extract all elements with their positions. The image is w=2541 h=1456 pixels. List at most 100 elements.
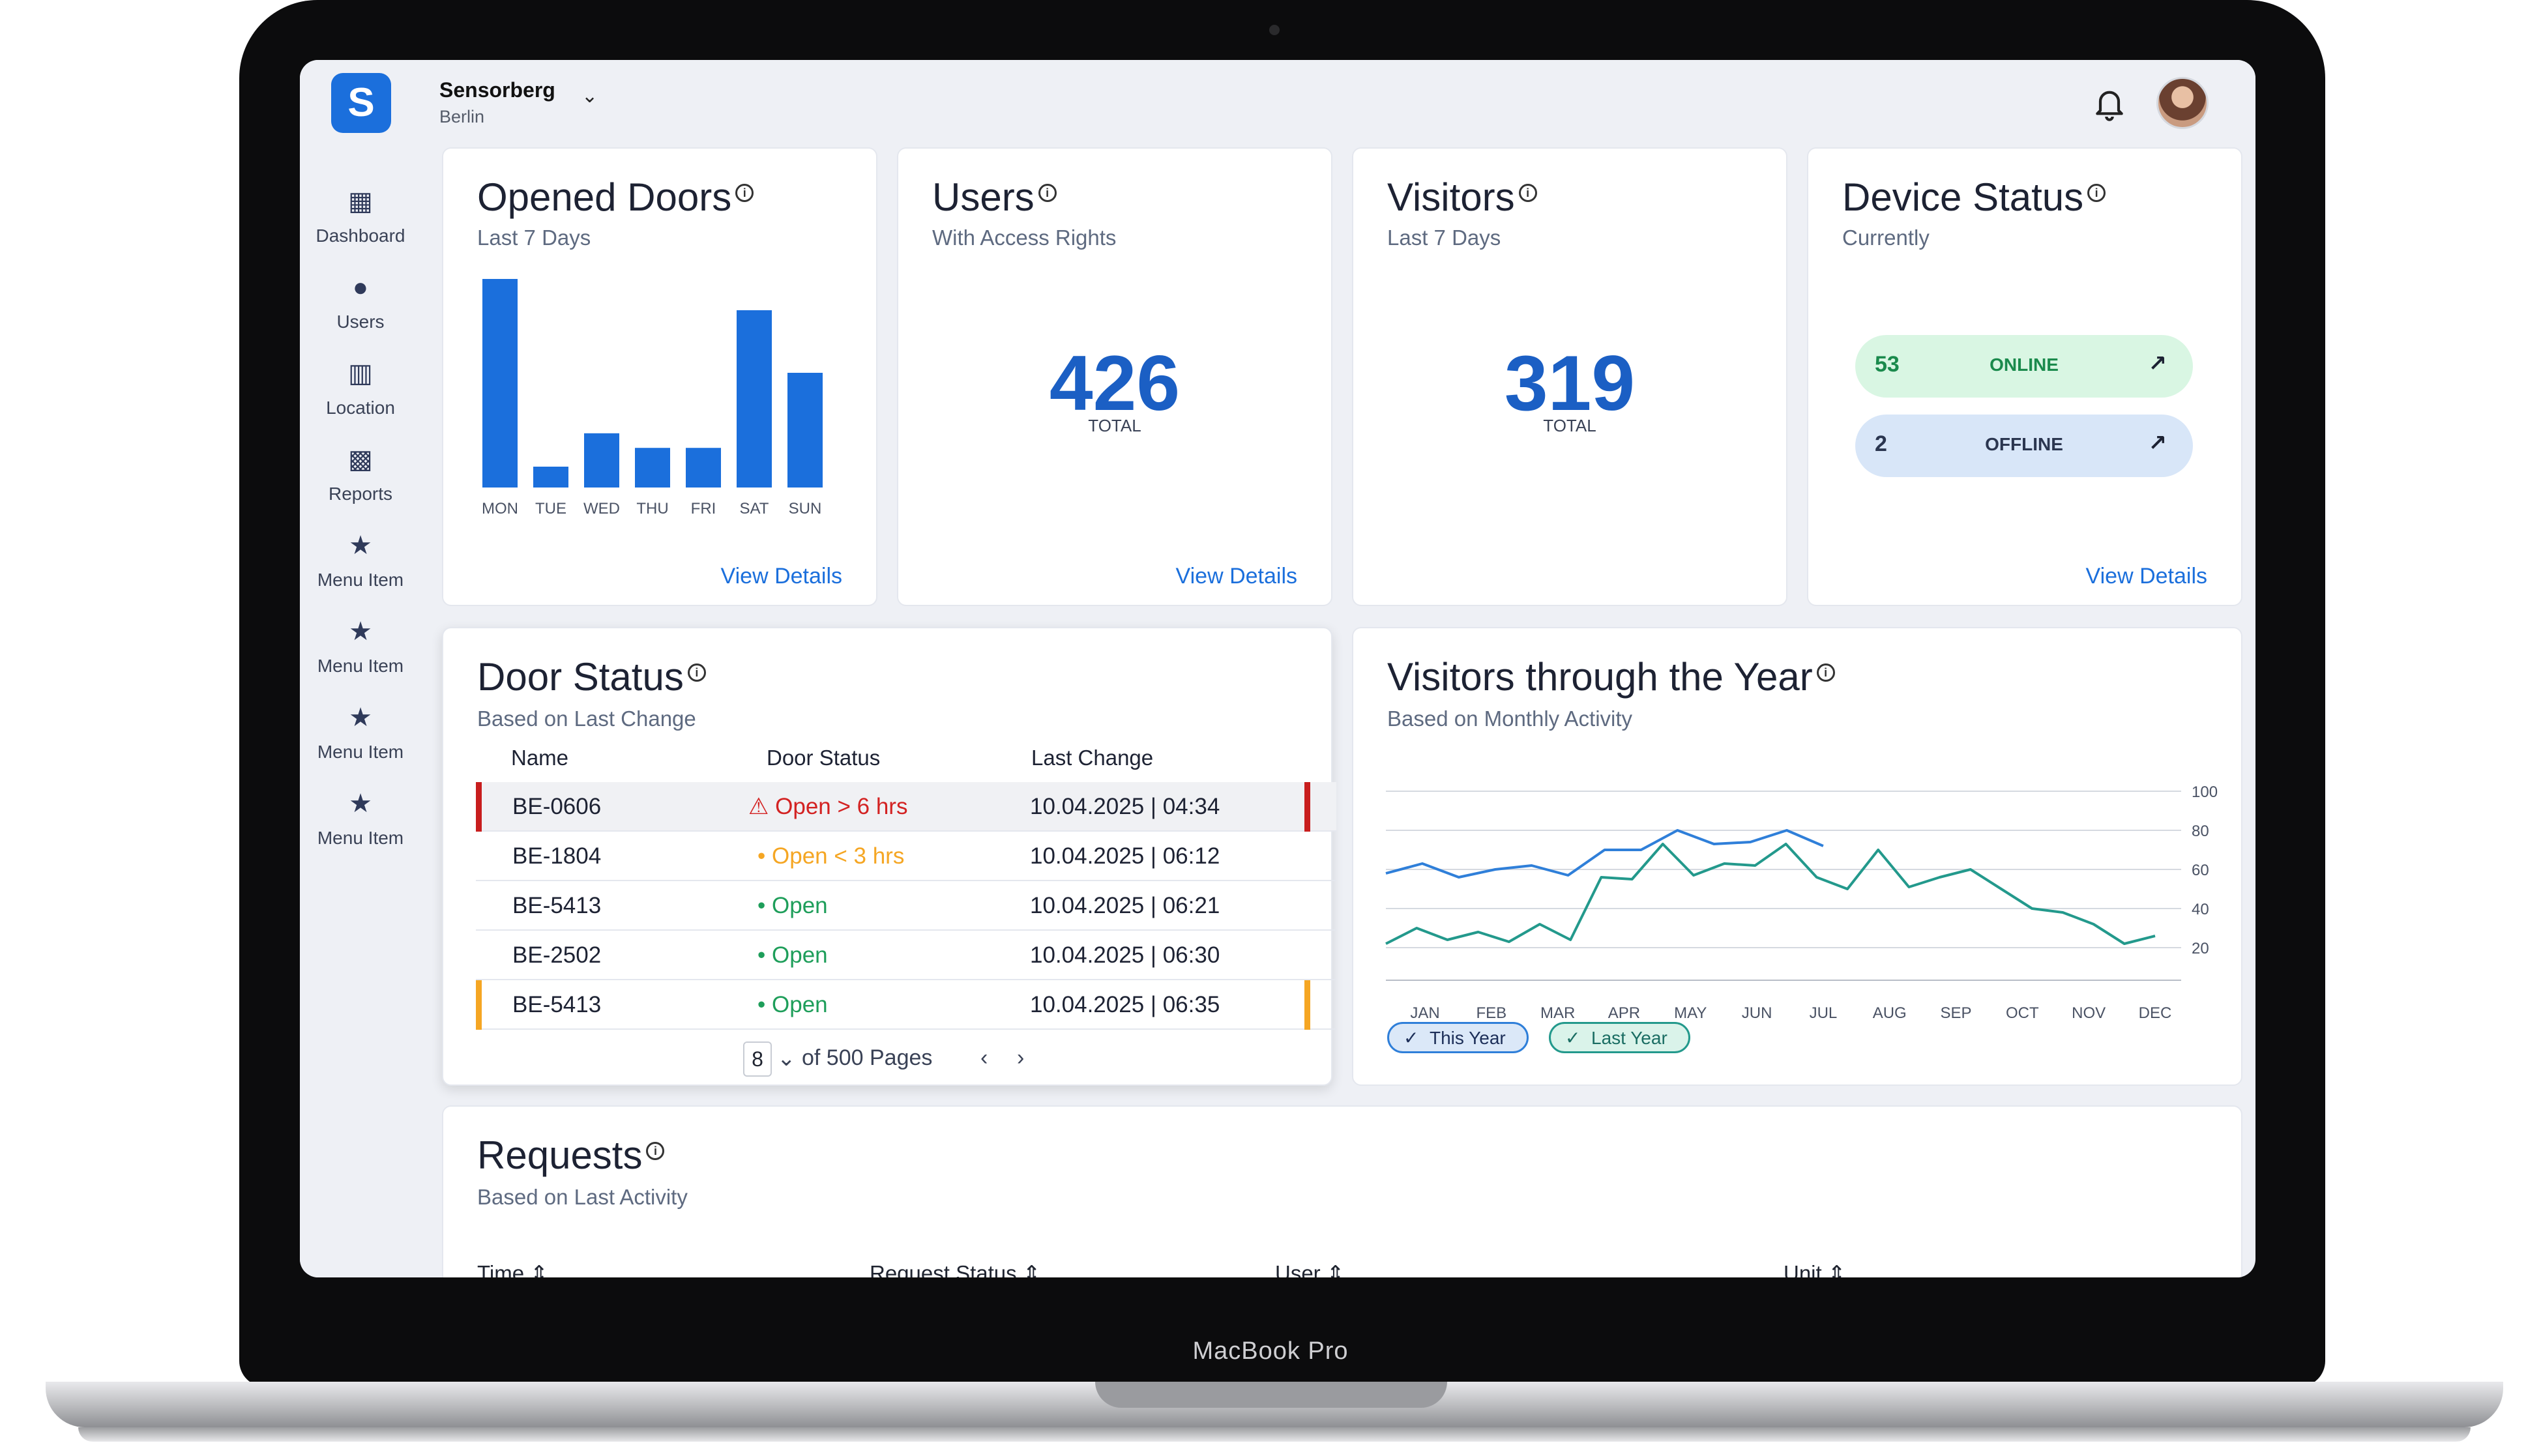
legend-label: This Year: [1430, 1028, 1506, 1048]
info-icon[interactable]: i: [1518, 184, 1537, 202]
card-title-text: Door Status: [477, 655, 684, 699]
sidebar-item-users[interactable]: ● Users: [300, 270, 421, 348]
bar-sun[interactable]: [787, 373, 823, 488]
x-tick-label: TUE: [535, 500, 566, 517]
info-icon[interactable]: i: [1038, 184, 1057, 202]
laptop-notch: [1095, 1382, 1447, 1408]
table-row[interactable]: BE-5413 • Open 10.04.2025 | 06:21: [476, 881, 1336, 931]
bar-thu[interactable]: [635, 448, 670, 488]
building-icon: ▥: [348, 359, 373, 388]
card-title: Device Status i: [1842, 175, 2106, 220]
column-header-time[interactable]: Time ⇕: [477, 1260, 548, 1277]
report-icon: ▩: [348, 445, 373, 474]
chevron-down-icon[interactable]: ⌄: [581, 85, 598, 108]
card-subtitle: Based on Last Activity: [477, 1185, 688, 1209]
requests-card: Requests i Based on Last Activity Time ⇕ …: [442, 1105, 2242, 1277]
y-tick-label: 100: [2192, 783, 2218, 801]
app-logo-icon[interactable]: S: [331, 73, 391, 133]
camera-icon: [1269, 25, 1280, 35]
bar-tue[interactable]: [533, 467, 568, 488]
legend-last-year[interactable]: ✓ Last Year: [1549, 1022, 1690, 1053]
column-header-label: Time: [477, 1261, 525, 1277]
notification-bell-icon[interactable]: [2091, 85, 2128, 121]
online-devices-pill[interactable]: 53 ONLINE ↗: [1855, 335, 2193, 398]
top-bar: S Sensorberg Berlin ⌄: [300, 60, 2255, 146]
info-icon[interactable]: i: [735, 184, 754, 202]
table-row[interactable]: BE-1804 • Open < 3 hrs 10.04.2025 | 06:1…: [476, 832, 1336, 881]
sort-icon: ⇕: [530, 1261, 548, 1277]
column-header-name[interactable]: Name: [511, 746, 568, 770]
check-icon: ✓: [1403, 1028, 1419, 1048]
page-number-input[interactable]: 8: [743, 1041, 772, 1077]
x-tick-label: JUL: [1810, 1004, 1838, 1019]
info-icon[interactable]: i: [1816, 663, 1835, 682]
view-details-link[interactable]: View Details: [2086, 564, 2207, 589]
view-details-link[interactable]: View Details: [1176, 564, 1297, 589]
sidebar-item-dashboard[interactable]: ▦ Dashboard: [300, 184, 421, 262]
status-dot-icon: •: [757, 942, 766, 968]
x-tick-label: NOV: [2072, 1004, 2106, 1019]
x-tick-label: FEB: [1476, 1004, 1506, 1019]
x-tick-label: OCT: [2006, 1004, 2039, 1019]
info-icon[interactable]: i: [646, 1142, 665, 1160]
card-subtitle: Last 7 Days: [1387, 226, 1501, 250]
column-header-door-status[interactable]: Door Status: [767, 746, 880, 770]
column-header-unit[interactable]: Unit ⇕: [1784, 1260, 1846, 1277]
bar-wed[interactable]: [584, 433, 619, 488]
chevron-right-icon[interactable]: ›: [1017, 1045, 1024, 1071]
x-tick-label: MON: [482, 500, 518, 517]
table-row[interactable]: BE-5413 • Open 10.04.2025 | 06:35: [476, 980, 1336, 1030]
sidebar-item-reports[interactable]: ▩ Reports: [300, 442, 421, 520]
series-line-this-year[interactable]: [1385, 829, 1824, 879]
sidebar-item-label: Dashboard: [316, 226, 405, 246]
door-name: BE-5413: [512, 893, 602, 918]
sidebar-item-label: Menu Item: [317, 828, 404, 848]
org-city: Berlin: [439, 107, 485, 126]
door-status-text: Open > 6 hrs: [775, 794, 908, 819]
legend-label: Last Year: [1591, 1028, 1667, 1048]
card-title-text: Requests: [477, 1133, 643, 1177]
sidebar-item-menu-4[interactable]: ★ Menu Item: [300, 786, 421, 864]
door-status-card: Door Status i Based on Last Change Name D…: [442, 627, 1336, 1086]
view-details-link[interactable]: View Details: [721, 564, 842, 589]
sidebar-item-menu-2[interactable]: ★ Menu Item: [300, 614, 421, 692]
card-title-text: Visitors: [1387, 175, 1515, 219]
card-title: Visitors i: [1387, 175, 1537, 220]
bar-fri[interactable]: [686, 448, 721, 488]
sidebar-item-menu-1[interactable]: ★ Menu Item: [300, 528, 421, 606]
warning-icon: ⚠: [748, 794, 769, 819]
chevron-down-icon[interactable]: ⌄: [777, 1045, 796, 1071]
users-total-value: 426: [1049, 340, 1181, 427]
sidebar-item-menu-3[interactable]: ★ Menu Item: [300, 700, 421, 778]
table-row[interactable]: BE-0606 ⚠ Open > 6 hrs 10.04.2025 | 04:3…: [476, 782, 1336, 832]
x-tick-label: AUG: [1873, 1004, 1907, 1019]
column-header-last-change[interactable]: Last Change: [1031, 746, 1153, 770]
door-status-text: Open < 3 hrs: [772, 843, 905, 869]
card-title-text: Device Status: [1842, 175, 2084, 219]
visitors-total-label: TOTAL: [1543, 416, 1596, 435]
door-status-value: • Open < 3 hrs: [757, 843, 904, 869]
visitors-line-chart: 20 40 60 80 100 JAN FEB MAR APR MAY JUN JUL AUG SEP OC…: [1385, 783, 2218, 1019]
chevron-left-icon[interactable]: ‹: [980, 1045, 988, 1071]
table-row[interactable]: BE-2502 • Open 10.04.2025 | 06:30: [476, 931, 1336, 980]
info-icon[interactable]: i: [687, 663, 706, 682]
info-icon[interactable]: i: [2087, 184, 2106, 202]
avatar[interactable]: [2156, 77, 2209, 129]
door-status-text: Open: [772, 893, 828, 918]
sidebar-item-location[interactable]: ▥ Location: [300, 356, 421, 434]
last-change: 10.04.2025 | 06:12: [1030, 843, 1220, 869]
y-tick-label: 20: [2192, 940, 2209, 957]
series-line-last-year[interactable]: [1385, 843, 2156, 945]
row-warning-flag: [476, 980, 482, 1030]
x-tick-label: SAT: [740, 500, 769, 517]
bar-mon[interactable]: [482, 279, 518, 488]
org-name[interactable]: Sensorberg: [439, 78, 555, 102]
card-title-text: Users: [932, 175, 1035, 219]
column-header-request-status[interactable]: Request Status ⇕: [870, 1260, 1040, 1277]
sidebar-item-label: Location: [326, 398, 395, 418]
legend-this-year[interactable]: ✓ This Year: [1387, 1022, 1529, 1053]
bar-sat[interactable]: [737, 310, 772, 488]
app-screen: S Sensorberg Berlin ⌄ ▦ Dashboard ● User…: [300, 60, 2255, 1277]
column-header-user[interactable]: User ⇕: [1275, 1260, 1345, 1277]
offline-devices-pill[interactable]: 2 OFFLINE ↗: [1855, 415, 2193, 477]
